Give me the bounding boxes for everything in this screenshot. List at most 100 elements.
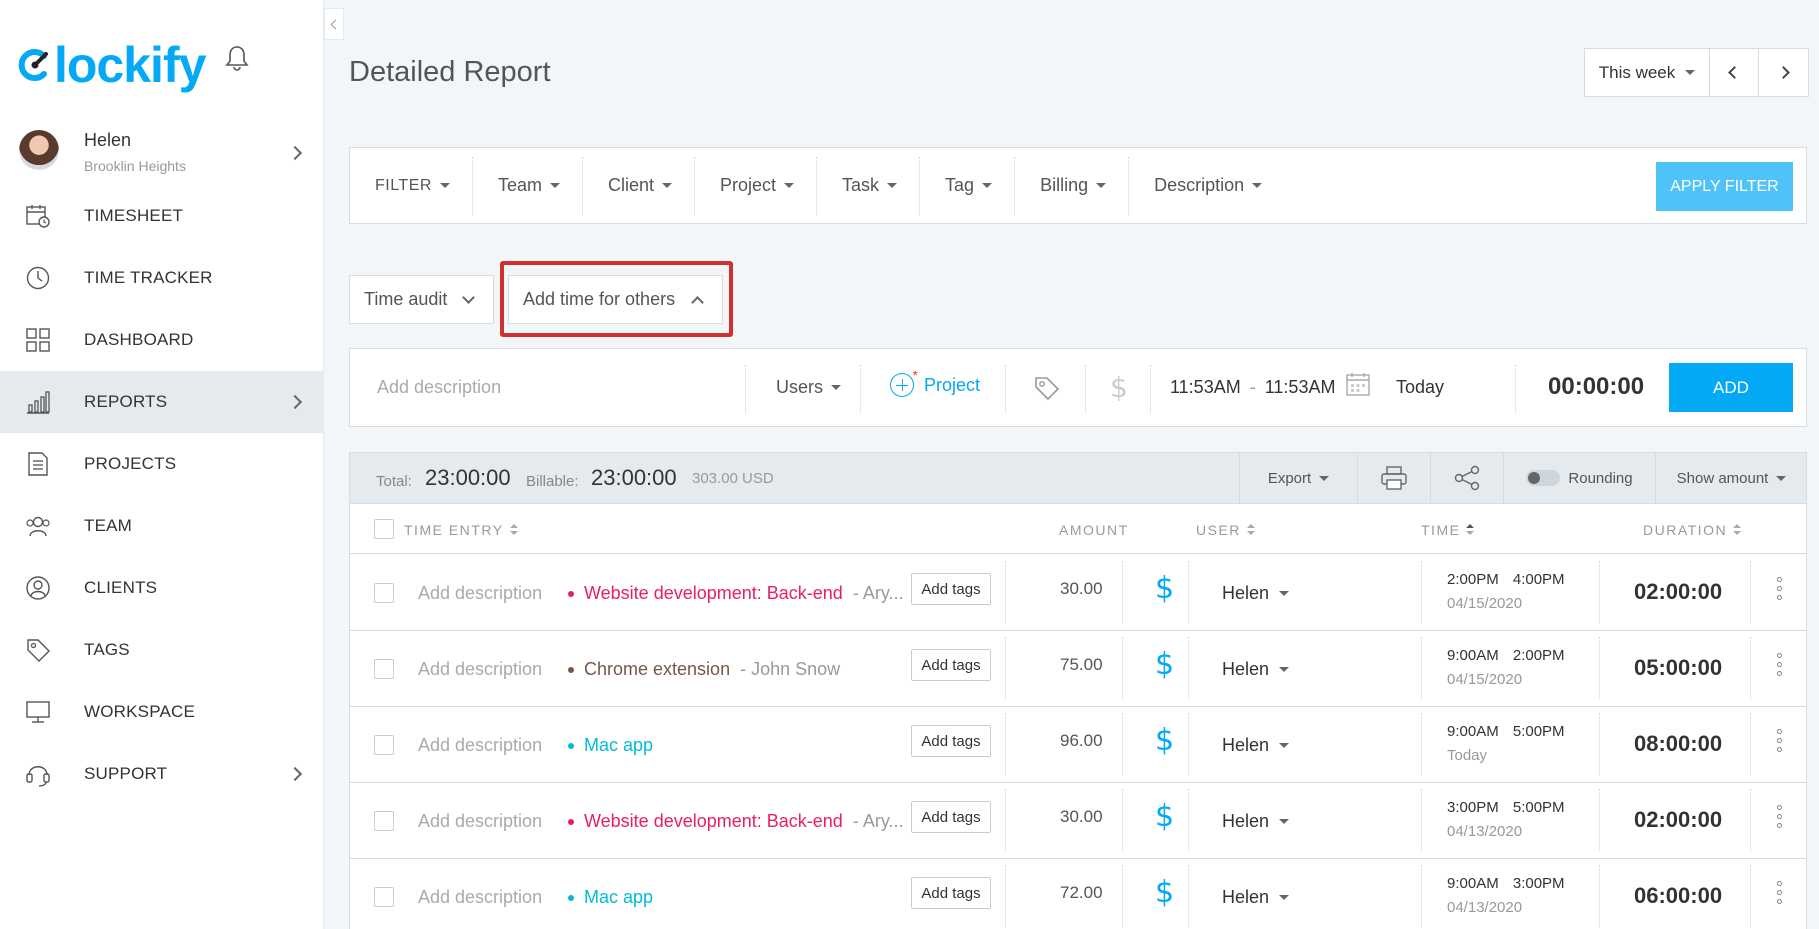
billable-icon[interactable]: $ [1155, 647, 1174, 682]
row-duration[interactable]: 06:00:00 [1634, 883, 1722, 909]
row-duration[interactable]: 05:00:00 [1634, 655, 1722, 681]
billable-toggle-icon[interactable]: $ [1110, 371, 1128, 404]
add-button[interactable]: ADD [1669, 363, 1793, 412]
filter-description[interactable]: Description [1129, 157, 1284, 215]
filter-client[interactable]: Client [583, 156, 695, 215]
row-description[interactable]: Add description [418, 811, 542, 832]
add-tags-button[interactable]: Add tags [911, 801, 991, 833]
share-button[interactable] [1430, 453, 1503, 503]
column-time-entry[interactable]: TIME ENTRY [404, 522, 518, 538]
more-options-icon[interactable] [1777, 653, 1783, 683]
row-checkbox[interactable] [374, 735, 394, 755]
row-date[interactable]: 04/13/2020 [1447, 899, 1522, 916]
more-options-icon[interactable] [1777, 805, 1783, 835]
row-user-select[interactable]: Helen [1222, 887, 1290, 908]
users-select[interactable]: Users [776, 377, 842, 398]
sidebar-item-time-tracker[interactable]: TIME TRACKER [0, 247, 324, 309]
row-project[interactable]: Mac app [568, 735, 663, 756]
row-user-select[interactable]: Helen [1222, 659, 1290, 680]
row-project[interactable]: Mac app [568, 887, 663, 908]
row-checkbox[interactable] [374, 659, 394, 679]
row-description[interactable]: Add description [418, 659, 542, 680]
more-options-icon[interactable] [1777, 881, 1783, 911]
row-duration[interactable]: 02:00:00 [1634, 807, 1722, 833]
row-date[interactable]: 04/15/2020 [1447, 595, 1522, 612]
export-dropdown[interactable]: Export [1239, 453, 1357, 503]
filter-task[interactable]: Task [817, 156, 921, 215]
print-button[interactable] [1357, 453, 1430, 503]
billable-icon[interactable]: $ [1155, 799, 1174, 834]
row-date[interactable]: 04/13/2020 [1447, 823, 1522, 840]
row-time-range[interactable]: 2:00PM 4:00PM [1447, 571, 1565, 588]
add-tags-button[interactable]: Add tags [911, 877, 991, 909]
sidebar-item-team[interactable]: TEAM [0, 495, 324, 557]
more-options-icon[interactable] [1777, 577, 1783, 607]
row-user-select[interactable]: Helen [1222, 811, 1290, 832]
column-time[interactable]: TIME [1421, 522, 1475, 538]
filter-tag[interactable]: Tag [920, 156, 1016, 215]
calendar-icon[interactable] [1345, 371, 1371, 397]
show-amount-dropdown[interactable]: Show amount [1655, 453, 1807, 503]
row-description[interactable]: Add description [418, 735, 542, 756]
description-input[interactable]: Add description [377, 377, 501, 398]
row-date[interactable]: Today [1447, 747, 1487, 764]
column-user[interactable]: USER [1196, 522, 1255, 538]
row-project[interactable]: Chrome extension - John Snow [568, 659, 840, 680]
sidebar-item-reports[interactable]: REPORTS [0, 371, 324, 433]
sidebar-item-tags[interactable]: TAGS [0, 619, 324, 681]
row-project[interactable]: Website development: Back-end - Ary... [568, 583, 903, 604]
add-tags-button[interactable]: Add tags [911, 649, 991, 681]
add-time-for-others-select[interactable]: Add time for others [508, 275, 723, 324]
column-duration[interactable]: DURATION [1643, 522, 1742, 538]
sidebar-item-workspace[interactable]: WORKSPACE [0, 681, 324, 743]
row-user-select[interactable]: Helen [1222, 735, 1290, 756]
row-project[interactable]: Website development: Back-end - Ary... [568, 811, 903, 832]
billable-icon[interactable]: $ [1155, 875, 1174, 910]
more-options-icon[interactable] [1777, 729, 1783, 759]
apply-filter-button[interactable]: APPLY FILTER [1656, 162, 1793, 211]
sidebar-item-timesheet[interactable]: TIMESHEET [0, 185, 324, 247]
end-time[interactable]: 11:53AM [1265, 377, 1336, 397]
row-date[interactable]: 04/15/2020 [1447, 671, 1522, 688]
billable-icon[interactable]: $ [1155, 571, 1174, 606]
filter-project[interactable]: Project [695, 156, 818, 215]
row-time-range[interactable]: 9:00AM 2:00PM [1447, 647, 1565, 664]
add-tags-button[interactable]: Add tags [911, 725, 991, 757]
rounding-switch[interactable] [1526, 470, 1561, 486]
previous-period-button[interactable] [1710, 49, 1759, 96]
row-description[interactable]: Add description [418, 887, 542, 908]
rounding-toggle[interactable]: Rounding [1503, 453, 1655, 503]
filter-team[interactable]: Team [473, 156, 583, 215]
row-duration[interactable]: 08:00:00 [1634, 731, 1722, 757]
project-picker[interactable]: * Project [890, 367, 980, 397]
start-time[interactable]: 11:53AM [1170, 377, 1241, 397]
row-description[interactable]: Add description [418, 583, 542, 604]
tag-icon[interactable] [1032, 373, 1062, 403]
row-time-range[interactable]: 3:00PM 5:00PM [1447, 799, 1565, 816]
filter-dropdown[interactable]: FILTER [350, 156, 473, 215]
bell-icon[interactable] [224, 44, 250, 72]
filter-billing[interactable]: Billing [1015, 156, 1130, 215]
row-checkbox[interactable] [374, 811, 394, 831]
row-checkbox[interactable] [374, 583, 394, 603]
row-time-range[interactable]: 9:00AM 5:00PM [1447, 723, 1565, 740]
row-duration[interactable]: 02:00:00 [1634, 579, 1722, 605]
duration-input[interactable]: 00:00:00 [1548, 373, 1644, 401]
time-audit-select[interactable]: Time audit [349, 275, 494, 324]
date-range-select[interactable]: This week [1585, 49, 1710, 96]
collapse-sidebar-button[interactable] [324, 8, 344, 40]
sidebar-item-clients[interactable]: CLIENTS [0, 557, 324, 619]
sidebar-item-projects[interactable]: PROJECTS [0, 433, 324, 495]
time-range[interactable]: 11:53AM - 11:53AM [1170, 377, 1335, 398]
sidebar-item-support[interactable]: SUPPORT [0, 743, 324, 805]
entry-date[interactable]: Today [1396, 377, 1444, 398]
sidebar-item-dashboard[interactable]: DASHBOARD [0, 309, 324, 371]
next-period-button[interactable] [1759, 49, 1808, 96]
clockify-logo[interactable]: lockify [18, 36, 206, 94]
row-time-range[interactable]: 9:00AM 3:00PM [1447, 875, 1565, 892]
add-tags-button[interactable]: Add tags [911, 573, 991, 605]
profile-menu[interactable]: Helen Brooklin Heights [0, 126, 324, 188]
billable-icon[interactable]: $ [1155, 723, 1174, 758]
row-checkbox[interactable] [374, 887, 394, 907]
row-user-select[interactable]: Helen [1222, 583, 1290, 604]
